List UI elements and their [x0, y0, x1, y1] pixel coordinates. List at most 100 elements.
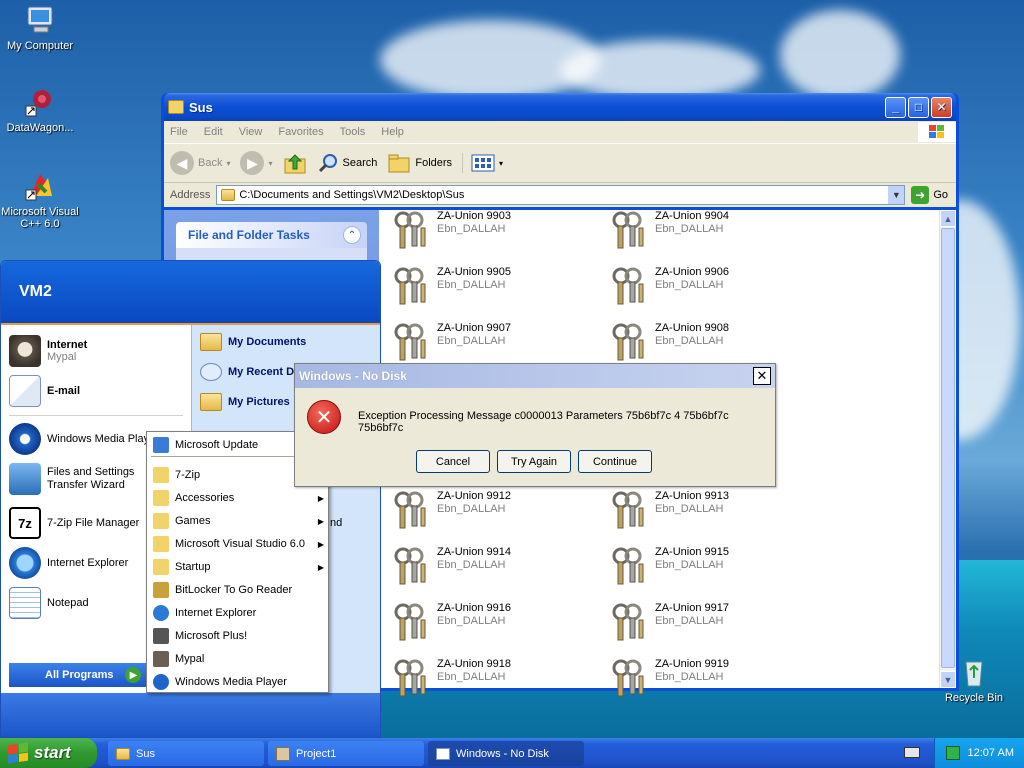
desktop-icon-my-computer[interactable]: My Computer: [0, 4, 80, 52]
cancel-button[interactable]: Cancel: [416, 450, 490, 473]
taskbar-item-project1[interactable]: Project1: [268, 741, 424, 766]
recent-internet-explorer[interactable]: Internet Explorer: [9, 547, 128, 579]
back-button[interactable]: ◀ Back ▾: [170, 151, 230, 175]
file-item[interactable]: ZA-Union 9916 Ebn_DALLAH: [389, 602, 511, 644]
media-player-icon: [9, 423, 41, 455]
file-item[interactable]: ZA-Union 9903 Ebn_DALLAH: [389, 210, 511, 252]
search-button[interactable]: Search: [317, 152, 377, 174]
go-button[interactable]: ➜ Go: [911, 186, 956, 204]
menu-help[interactable]: Help: [381, 126, 404, 138]
file-item[interactable]: ZA-Union 9906 Ebn_DALLAH: [607, 266, 729, 308]
desktop-icon-visual-cpp[interactable]: Microsoft Visual C++ 6.0: [0, 170, 80, 230]
file-subtitle: Ebn_DALLAH: [437, 223, 506, 235]
explorer-titlebar[interactable]: Sus _ □ ✕: [164, 93, 956, 121]
up-button[interactable]: [283, 151, 307, 175]
program-item[interactable]: Mypal: [153, 648, 324, 670]
program-item[interactable]: Games ▶: [153, 510, 324, 532]
scroll-thumb[interactable]: [941, 228, 955, 668]
taskbar-item-sus[interactable]: Sus: [108, 741, 264, 766]
file-item[interactable]: ZA-Union 9914 Ebn_DALLAH: [389, 546, 511, 588]
folders-label: Folders: [415, 157, 453, 169]
program-item[interactable]: Accessories ▶: [153, 487, 324, 509]
file-name: ZA-Union 9907: [437, 322, 511, 334]
file-item[interactable]: ZA-Union 9908 Ebn_DALLAH: [607, 322, 729, 364]
file-item[interactable]: ZA-Union 9904 Ebn_DALLAH: [607, 210, 729, 252]
menu-view[interactable]: View: [239, 126, 263, 138]
recent-notepad[interactable]: Notepad: [9, 587, 89, 619]
start-button[interactable]: start: [0, 738, 97, 768]
program-item[interactable]: Startup ▶: [153, 556, 324, 578]
keys-icon: [607, 602, 649, 644]
recent-7zip[interactable]: 7z 7-Zip File Manager: [9, 507, 139, 539]
dialog-titlebar[interactable]: Windows - No Disk ✕: [295, 364, 775, 388]
menu-bar: File Edit View Favorites Tools Help: [164, 121, 956, 143]
file-subtitle: Ebn_DALLAH: [655, 335, 724, 347]
file-item[interactable]: ZA-Union 9919 Ebn_DALLAH: [607, 658, 729, 700]
program-label: Games: [175, 515, 211, 527]
submenu-arrow-icon: ▶: [317, 493, 324, 503]
file-item[interactable]: ZA-Union 9907 Ebn_DALLAH: [389, 322, 511, 364]
menu-edit[interactable]: Edit: [204, 126, 223, 138]
program-item[interactable]: Internet Explorer: [153, 602, 324, 624]
pinned-internet[interactable]: Internet Mypal: [9, 335, 87, 367]
my-recent-documents[interactable]: My Recent Documents: [200, 363, 300, 381]
file-subtitle: Ebn_DALLAH: [437, 335, 506, 347]
right-label: My Documents: [228, 336, 307, 348]
7zip-icon: 7z: [9, 507, 41, 539]
all-programs-button[interactable]: All Programs ▶: [9, 663, 149, 687]
back-label: Back: [198, 157, 223, 169]
file-item[interactable]: ZA-Union 9912 Ebn_DALLAH: [389, 490, 511, 532]
menu-file[interactable]: File: [170, 126, 188, 138]
taskbar-item-no-disk[interactable]: Windows - No Disk: [428, 741, 584, 766]
program-label: 7-Zip: [175, 469, 201, 481]
dialog-close-icon[interactable]: ✕: [753, 367, 771, 385]
maximize-button[interactable]: □: [908, 96, 929, 118]
desktop-icon-datawagon[interactable]: DataWagon...: [0, 86, 80, 134]
no-disk-dialog[interactable]: Windows - No Disk ✕ ✕ Exception Processi…: [294, 363, 776, 487]
file-subtitle: Ebn_DALLAH: [437, 671, 506, 683]
scroll-down-icon[interactable]: ▼: [940, 671, 956, 688]
desktop-icon-label: DataWagon...: [6, 122, 74, 134]
forward-button[interactable]: ▶ ▾: [240, 151, 273, 175]
go-label: Go: [933, 189, 948, 201]
chevron-down-icon[interactable]: ▼: [888, 186, 905, 204]
tasks-panel-header[interactable]: File and Folder Tasks ⌃: [176, 222, 367, 248]
folder-icon: [116, 747, 130, 760]
file-item[interactable]: ZA-Union 9905 Ebn_DALLAH: [389, 266, 511, 308]
program-item[interactable]: BitLocker To Go Reader: [153, 579, 324, 601]
program-item[interactable]: Windows Media Player: [153, 671, 324, 693]
file-item[interactable]: ZA-Union 9918 Ebn_DALLAH: [389, 658, 511, 700]
my-documents[interactable]: My Documents: [200, 333, 306, 351]
minimize-button[interactable]: _: [885, 96, 906, 118]
network-icon[interactable]: [945, 746, 960, 760]
keyboard-icon[interactable]: [904, 747, 920, 758]
file-item[interactable]: ZA-Union 9917 Ebn_DALLAH: [607, 602, 729, 644]
file-item[interactable]: ZA-Union 9913 Ebn_DALLAH: [607, 490, 729, 532]
media-player-icon: [153, 674, 169, 690]
close-button[interactable]: ✕: [931, 96, 952, 118]
address-label: Address: [170, 189, 211, 201]
my-pictures[interactable]: My Pictures: [200, 393, 290, 411]
views-button[interactable]: ▾: [462, 153, 503, 173]
pinned-email[interactable]: E-mail: [9, 375, 80, 407]
collapse-icon[interactable]: ⌃: [343, 226, 361, 244]
program-item[interactable]: Microsoft Visual Studio 6.0 ▶: [153, 533, 324, 555]
try-again-button[interactable]: Try Again: [497, 450, 571, 473]
recent-windows-media-player[interactable]: Windows Media Player: [9, 423, 159, 455]
folders-button[interactable]: Folders: [387, 152, 452, 174]
scroll-up-icon[interactable]: ▲: [940, 210, 956, 227]
clock[interactable]: 12:07 AM: [968, 747, 1014, 759]
taskbar-item-label: Windows - No Disk: [456, 747, 549, 760]
menu-favorites[interactable]: Favorites: [278, 126, 323, 138]
continue-button[interactable]: Continue: [578, 450, 652, 473]
dialog-title: Windows - No Disk: [299, 369, 407, 383]
address-input[interactable]: C:\Documents and Settings\VM2\Desktop\Su…: [216, 185, 906, 205]
recent-files-settings[interactable]: Files and Settings Transfer Wizard: [9, 463, 157, 495]
vertical-scrollbar[interactable]: ▲ ▼: [939, 210, 956, 688]
folder-icon: [168, 100, 184, 114]
file-item[interactable]: ZA-Union 9915 Ebn_DALLAH: [607, 546, 729, 588]
file-subtitle: Ebn_DALLAH: [437, 279, 506, 291]
hidden-right-item[interactable]: nd: [330, 517, 342, 529]
menu-tools[interactable]: Tools: [340, 126, 366, 138]
program-item[interactable]: Microsoft Plus!: [153, 625, 324, 647]
